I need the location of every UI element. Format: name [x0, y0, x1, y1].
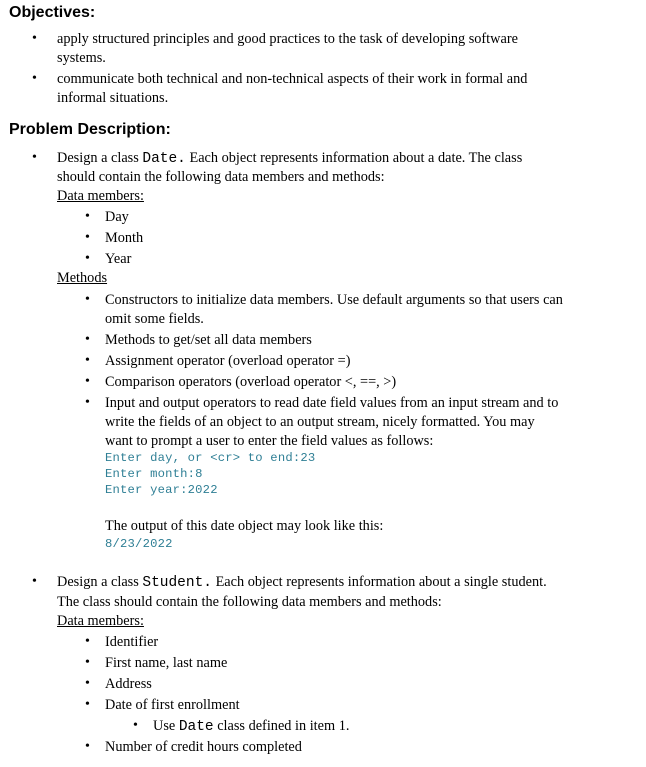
date-intro-prefix: Design a class: [57, 150, 143, 166]
console-prompt-month: Enter month:8: [105, 467, 203, 481]
sub-item-prefix: Use: [153, 718, 179, 734]
bullet-icon: •: [85, 739, 90, 754]
sub-item-code: Date: [178, 719, 214, 735]
bullet-icon: •: [85, 332, 90, 347]
student-member-identifier: Identifier: [105, 634, 159, 650]
bullet-icon: •: [32, 31, 37, 46]
method-constructors-line-2: omit some fields.: [105, 311, 204, 327]
bullet-icon: •: [85, 374, 90, 389]
student-intro-suffix: Each object represents information about…: [212, 574, 547, 590]
sub-item-suffix: class defined in item 1.: [213, 718, 350, 734]
bullet-icon: •: [85, 230, 90, 245]
output-example: 8/23/2022: [105, 537, 173, 551]
console-prompt-day: Enter day, or <cr> to end:23: [105, 451, 316, 465]
bullet-icon: •: [85, 353, 90, 368]
bullet-icon: •: [85, 209, 90, 224]
student-data-members-label: Data members:: [57, 613, 144, 629]
bullet-icon: •: [85, 655, 90, 670]
bullet-icon: •: [85, 697, 90, 712]
method-io-line-1: Input and output operators to read date …: [105, 395, 559, 411]
bullet-icon: •: [32, 150, 37, 165]
student-class-intro: Design a class Student. Each object repr…: [57, 573, 547, 592]
objectives-heading: Objectives:: [9, 4, 96, 21]
objective-1-line-2: systems.: [57, 50, 106, 66]
date-methods-label: Methods: [57, 270, 108, 286]
bullet-icon: •: [32, 71, 37, 86]
student-member-address: Address: [105, 676, 152, 692]
student-member-name: First name, last name: [105, 655, 228, 671]
bullet-icon: •: [85, 634, 90, 649]
student-member-credit-hours: Number of credit hours completed: [105, 739, 302, 755]
student-class-intro-line-2: The class should contain the following d…: [57, 594, 442, 610]
date-class-intro: Design a class Date. Each object represe…: [57, 149, 522, 168]
student-intro-prefix: Design a class: [57, 574, 143, 590]
bullet-icon: •: [85, 395, 90, 410]
console-prompt-year: Enter year:2022: [105, 483, 218, 497]
date-member-day: Day: [105, 209, 129, 225]
method-comparison: Comparison operators (overload operator …: [105, 374, 397, 390]
student-class-name: Student.: [142, 575, 212, 591]
date-member-year: Year: [105, 251, 132, 267]
date-class-intro-line-2: should contain the following data member…: [57, 169, 385, 185]
method-io-line-3: want to prompt a user to enter the field…: [105, 433, 434, 449]
method-assignment: Assignment operator (overload operator =…: [105, 353, 351, 369]
student-member-enrollment: Date of first enrollment: [105, 697, 240, 713]
output-intro: The output of this date object may look …: [105, 518, 384, 534]
bullet-icon: •: [133, 718, 138, 733]
bullet-icon: •: [85, 292, 90, 307]
bullet-icon: •: [85, 251, 90, 266]
date-data-members-label: Data members:: [57, 188, 144, 204]
date-class-name: Date.: [142, 151, 186, 167]
objective-1-line-1: apply structured principles and good pra…: [57, 31, 518, 47]
date-intro-suffix: Each object represents information about…: [185, 150, 523, 166]
bullet-icon: •: [85, 676, 90, 691]
method-constructors-line-1: Constructors to initialize data members.…: [105, 292, 563, 308]
problem-heading: Problem Description:: [9, 121, 171, 138]
objective-2-line-1: communicate both technical and non-techn…: [57, 71, 528, 87]
method-getset: Methods to get/set all data members: [105, 332, 312, 348]
student-sub-item: Use Date class defined in item 1.: [153, 717, 349, 736]
method-io-line-2: write the fields of an object to an outp…: [105, 414, 535, 430]
date-member-month: Month: [105, 230, 144, 246]
bullet-icon: •: [32, 574, 37, 589]
objective-2-line-2: informal situations.: [57, 90, 169, 106]
